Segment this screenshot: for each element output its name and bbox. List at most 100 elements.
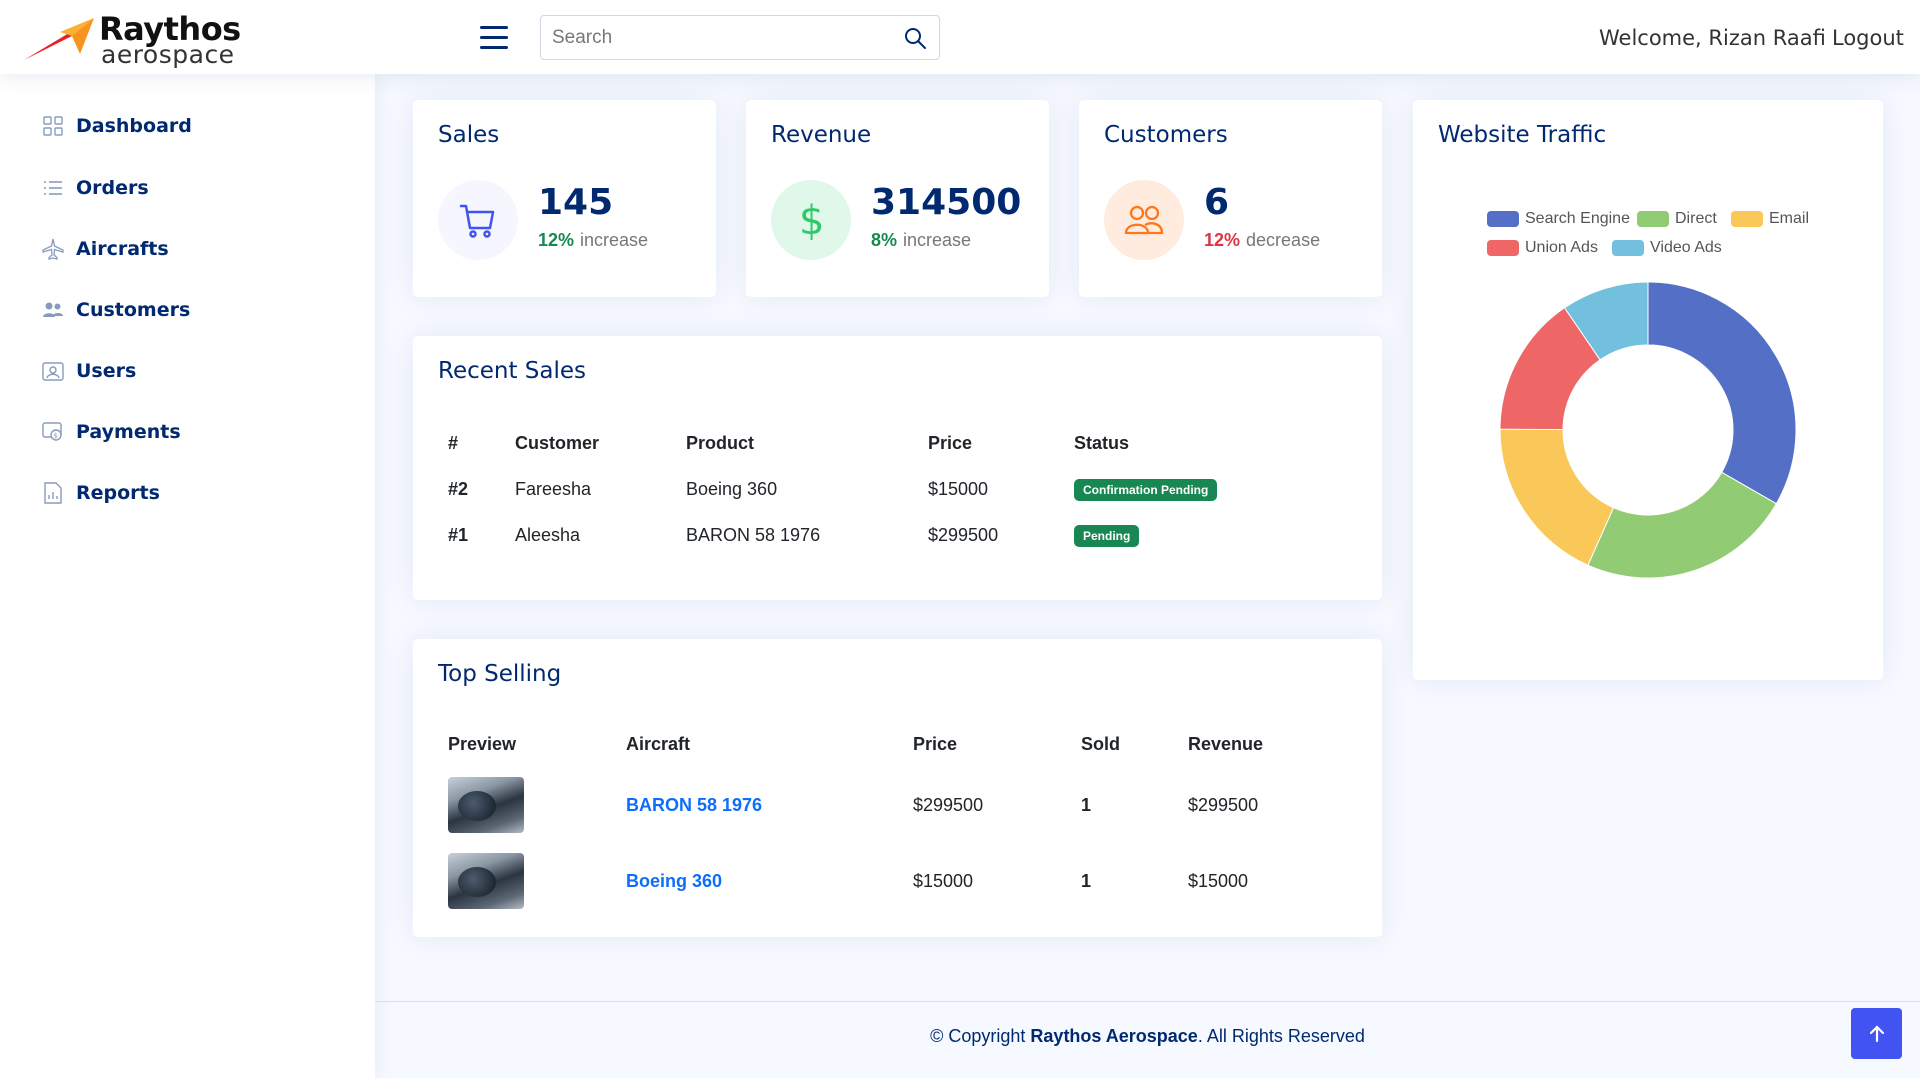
row-product: BARON 58 1976 xyxy=(686,524,821,545)
legend-item[interactable]: Email xyxy=(1731,210,1809,228)
footer-copyright: © Copyright xyxy=(930,1026,1026,1046)
list-icon xyxy=(40,175,66,201)
sidebar-item-aircrafts[interactable]: Aircrafts xyxy=(40,231,340,267)
card-title: Revenue xyxy=(771,122,872,148)
column-header: Product xyxy=(686,432,755,453)
sidebar-item-payments[interactable]: $ Payments xyxy=(40,414,340,450)
column-header: Sold xyxy=(1081,733,1120,754)
table-row[interactable]: #2 Fareesha Boeing 360 $15000 Confirmati… xyxy=(438,466,1358,512)
status-badge: Confirmation Pending xyxy=(1074,478,1218,501)
column-header: Price xyxy=(928,432,973,453)
status-badge: Pending xyxy=(1074,524,1140,547)
table-row[interactable]: BARON 58 1976 $299500 1 $299500 xyxy=(438,767,1358,843)
customers-change: 12% decrease xyxy=(1204,230,1320,251)
sidebar-toggle-icon[interactable] xyxy=(480,26,508,50)
search-form xyxy=(540,15,940,60)
row-product: Boeing 360 xyxy=(686,478,778,499)
column-header: Customer xyxy=(515,432,600,453)
donut-slice-search-engine[interactable] xyxy=(1647,281,1797,505)
sidebar-item-label: Users xyxy=(76,360,137,382)
card-title: Customers xyxy=(1104,122,1228,148)
card-title: Top Selling xyxy=(438,661,562,687)
row-price: $15000 xyxy=(928,478,989,499)
logo-mark-icon xyxy=(24,18,94,60)
sidebar-item-orders[interactable]: Orders xyxy=(40,170,340,206)
row-revenue: $15000 xyxy=(1188,870,1249,891)
revenue-card: Revenue $ 314500 8% increase xyxy=(746,100,1049,297)
sidebar-item-label: Reports xyxy=(76,482,160,504)
sidebar-item-dashboard[interactable]: Dashboard xyxy=(40,108,340,144)
search-input[interactable] xyxy=(541,16,891,59)
aircraft-link[interactable]: BARON 58 1976 xyxy=(626,795,762,815)
sidebar-item-label: Customers xyxy=(76,299,191,321)
footer-divider xyxy=(375,1001,1920,1002)
legend-item[interactable]: Union Ads xyxy=(1487,239,1598,257)
airplane-icon xyxy=(40,236,66,262)
sidebar-item-label: Dashboard xyxy=(76,115,192,137)
people-icon xyxy=(1104,180,1184,260)
logout-link[interactable]: Logout xyxy=(1832,26,1904,50)
row-id: #2 xyxy=(448,478,469,499)
row-id: #1 xyxy=(448,524,469,545)
aircraft-preview-image[interactable] xyxy=(448,777,524,833)
customers-value: 6 xyxy=(1204,182,1230,223)
cart-icon xyxy=(438,180,518,260)
card-title: Recent Sales xyxy=(438,358,587,384)
back-to-top-button[interactable] xyxy=(1851,1008,1902,1059)
sidebar-item-users[interactable]: Users xyxy=(40,353,340,389)
search-icon[interactable] xyxy=(903,26,927,50)
payment-icon: $ xyxy=(40,419,66,445)
column-header: Preview xyxy=(448,733,517,754)
row-price: $299500 xyxy=(913,794,984,815)
legend-label: Video Ads xyxy=(1650,239,1722,256)
report-icon xyxy=(40,480,66,506)
sidebar-item-label: Orders xyxy=(76,177,149,199)
footer-brand: Raythos Aerospace xyxy=(1030,1026,1198,1046)
sidebar-item-customers[interactable]: Customers xyxy=(40,292,340,328)
row-revenue: $299500 xyxy=(1188,794,1259,815)
aircraft-preview-image[interactable] xyxy=(448,853,524,909)
sidebar-item-reports[interactable]: Reports xyxy=(40,475,340,511)
welcome-text: Welcome, Rizan Raafi xyxy=(1599,26,1826,50)
sales-change-word: increase xyxy=(580,230,649,250)
legend-item[interactable]: Direct xyxy=(1637,210,1717,228)
row-sold: 1 xyxy=(1081,794,1092,815)
svg-text:$: $ xyxy=(799,198,824,242)
brand-logo[interactable]: Raythos aerospace xyxy=(24,10,254,69)
table-header-row: # Customer Product Price Status xyxy=(438,420,1358,466)
donut-slice-email[interactable] xyxy=(1499,428,1615,566)
legend-swatch xyxy=(1612,240,1644,256)
recent-sales-card: Recent Sales # Customer Product Price St… xyxy=(413,336,1382,600)
sidebar-item-label: Aircrafts xyxy=(76,238,169,260)
sales-value: 145 xyxy=(538,182,614,223)
column-header: # xyxy=(448,432,459,453)
legend-item[interactable]: Video Ads xyxy=(1612,239,1722,257)
revenue-change-pct: 8% xyxy=(871,230,898,250)
website-traffic-card: Website Traffic Search Engine Direct Ema… xyxy=(1413,100,1883,680)
traffic-donut-chart[interactable] xyxy=(1498,280,1798,580)
dollar-icon: $ xyxy=(771,180,851,260)
card-title: Sales xyxy=(438,122,500,148)
brand-subtitle: aerospace xyxy=(101,40,235,69)
arrow-up-icon xyxy=(1869,1024,1884,1042)
top-selling-table: Preview Aircraft Price Sold Revenue BARO… xyxy=(438,721,1358,919)
user-badge-icon xyxy=(40,358,66,384)
table-row[interactable]: #1 Aleesha BARON 58 1976 $299500 Pending xyxy=(438,512,1358,558)
column-header: Revenue xyxy=(1188,733,1264,754)
footer: © Copyright Raythos Aerospace. All Right… xyxy=(375,1026,1920,1047)
customers-change-pct: 12% xyxy=(1204,230,1241,250)
sidebar: Dashboard Orders Aircrafts Customers Use… xyxy=(0,74,375,1078)
table-header-row: Preview Aircraft Price Sold Revenue xyxy=(438,721,1358,767)
column-header: Aircraft xyxy=(626,733,691,754)
donut-slice-direct[interactable] xyxy=(1587,471,1778,579)
aircraft-link[interactable]: Boeing 360 xyxy=(626,871,722,891)
row-price: $15000 xyxy=(913,870,974,891)
revenue-value: 314500 xyxy=(871,182,1022,223)
sidebar-item-label: Payments xyxy=(76,421,181,443)
recent-sales-table: # Customer Product Price Status #2 Faree… xyxy=(438,420,1358,558)
legend-item[interactable]: Search Engine xyxy=(1487,210,1630,228)
top-selling-card: Top Selling Preview Aircraft Price Sold … xyxy=(413,639,1382,937)
sales-change-pct: 12% xyxy=(538,230,575,250)
table-row[interactable]: Boeing 360 $15000 1 $15000 xyxy=(438,843,1358,919)
revenue-change-word: increase xyxy=(903,230,972,250)
